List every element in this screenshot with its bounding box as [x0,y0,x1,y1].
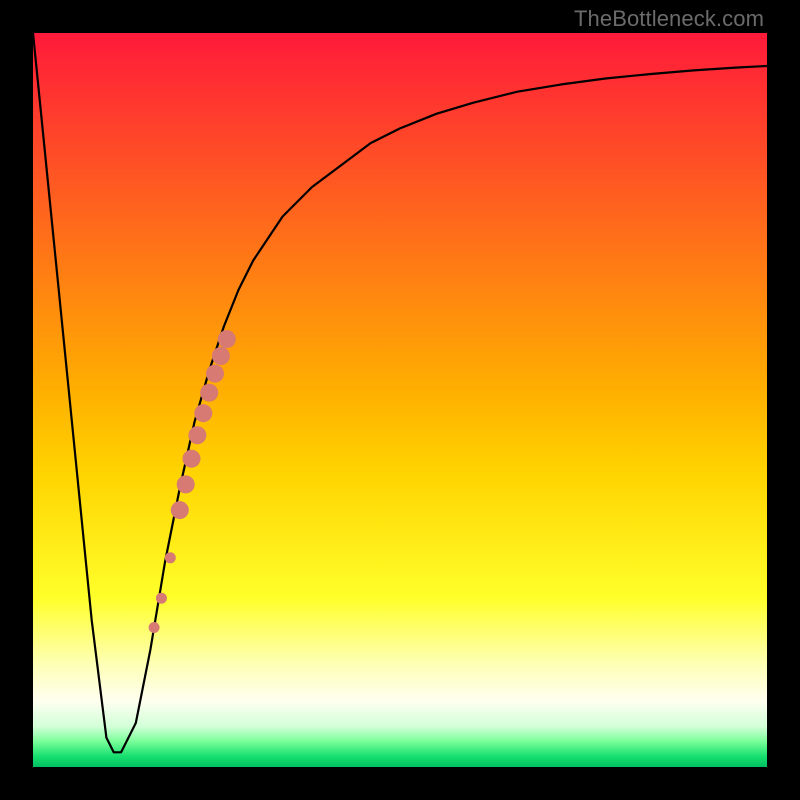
highlight-dot [149,622,160,633]
highlight-dot [156,593,167,604]
highlight-dot [165,552,176,563]
highlight-dot [177,475,195,493]
highlight-dot [206,365,224,383]
bottleneck-curve [33,33,767,752]
highlight-dot [212,347,230,365]
plot-area [33,33,767,767]
chart-svg [33,33,767,767]
highlight-dot [188,426,206,444]
highlight-dot [171,501,189,519]
watermark-text: TheBottleneck.com [574,6,764,32]
highlight-dot [218,330,236,348]
highlight-dot [194,404,212,422]
chart-frame: TheBottleneck.com [0,0,800,800]
highlight-dot [200,384,218,402]
highlight-dot [183,450,201,468]
